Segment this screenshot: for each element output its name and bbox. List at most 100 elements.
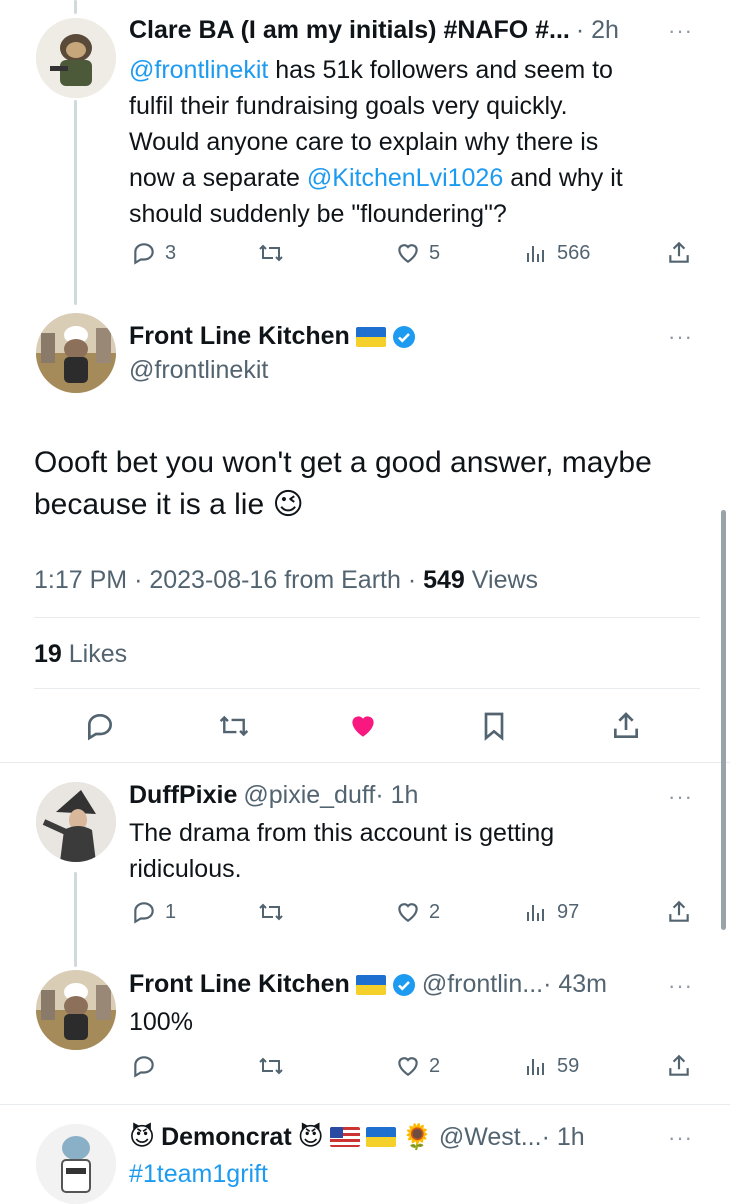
heart-filled-icon bbox=[352, 716, 374, 737]
reply-button[interactable]: 1 bbox=[131, 899, 176, 925]
tweet-author-line: Front Line Kitchen bbox=[129, 322, 416, 351]
retweet-icon bbox=[259, 244, 283, 262]
scrollbar[interactable] bbox=[721, 510, 726, 930]
heart-icon bbox=[398, 244, 418, 263]
share-icon bbox=[614, 712, 638, 738]
tweet-date[interactable]: 2023-08-16 bbox=[149, 566, 277, 594]
reply-button[interactable]: 3 bbox=[131, 240, 176, 266]
verified-badge-icon bbox=[392, 325, 415, 348]
share-icon bbox=[669, 900, 689, 922]
heart-icon bbox=[398, 903, 418, 922]
body-text: The drama from this account is getting bbox=[129, 819, 555, 847]
body-text: ridiculous. bbox=[129, 855, 242, 883]
like-button[interactable]: 5 bbox=[395, 240, 440, 266]
author-handle[interactable]: @frontlinekit bbox=[129, 356, 268, 385]
author-name[interactable]: Demoncrat bbox=[161, 1123, 292, 1152]
reply-button[interactable] bbox=[131, 1053, 157, 1079]
thread-line-top bbox=[74, 0, 77, 14]
tweet-body: 100% bbox=[129, 1008, 193, 1036]
share-button[interactable] bbox=[610, 710, 642, 742]
more-icon[interactable]: ··· bbox=[668, 973, 693, 999]
avatar[interactable] bbox=[36, 18, 116, 98]
views-button[interactable]: 566 bbox=[525, 240, 590, 266]
divider bbox=[34, 688, 700, 689]
tweet-time[interactable]: · 1h bbox=[542, 1123, 585, 1152]
reply-count: 3 bbox=[165, 241, 177, 264]
more-icon[interactable]: ··· bbox=[668, 324, 693, 350]
hashtag-link[interactable]: #1team1grift bbox=[129, 1156, 268, 1192]
tweet-time[interactable]: 1:17 PM bbox=[34, 566, 127, 594]
likes-summary[interactable]: 19 Likes bbox=[34, 640, 127, 669]
tweet-body: Oooft bet you won't get a good answer, m… bbox=[34, 442, 652, 526]
more-icon[interactable]: ··· bbox=[668, 1125, 693, 1151]
views-button[interactable]: 97 bbox=[525, 899, 579, 925]
mention-link[interactable]: @frontlinekit bbox=[129, 56, 268, 84]
divider bbox=[34, 617, 700, 618]
sunflower-emoji: 🌻 bbox=[401, 1122, 433, 1151]
thread-line-2 bbox=[74, 872, 77, 967]
ukraine-flag-icon bbox=[355, 326, 386, 347]
retweet-button[interactable] bbox=[257, 1053, 285, 1079]
author-name[interactable]: Front Line Kitchen bbox=[129, 970, 350, 999]
bookmark-icon bbox=[484, 712, 504, 741]
reply-icon bbox=[134, 902, 154, 924]
reply-icon bbox=[88, 713, 113, 741]
tweet-time[interactable]: · 2h bbox=[576, 16, 619, 45]
share-icon bbox=[669, 241, 689, 263]
like-button[interactable]: 2 bbox=[395, 1053, 440, 1079]
reply-count: 1 bbox=[165, 900, 177, 923]
body-text: has 51k followers and seem to bbox=[268, 56, 613, 84]
author-handle[interactable]: @West... bbox=[439, 1123, 542, 1152]
reply-icon bbox=[134, 243, 154, 265]
author-name[interactable]: Front Line Kitchen bbox=[129, 322, 350, 351]
bookmark-button[interactable] bbox=[480, 710, 508, 742]
avatar[interactable] bbox=[36, 782, 116, 862]
tweet-meta: 1:17 PM · 2023-08-16 from Earth · 549 Vi… bbox=[34, 566, 539, 594]
avatar[interactable] bbox=[36, 970, 116, 1050]
avatar[interactable] bbox=[36, 1124, 116, 1204]
retweet-button[interactable] bbox=[257, 899, 285, 925]
retweet-button[interactable] bbox=[257, 240, 285, 266]
retweet-icon bbox=[219, 715, 249, 737]
reply-button[interactable] bbox=[84, 710, 116, 742]
devil-emoji: 😈 bbox=[297, 1123, 324, 1151]
author-handle[interactable]: @pixie_duff bbox=[243, 781, 375, 810]
tweet-author-line: Front Line Kitchen @frontlin... · 43m bbox=[129, 970, 607, 999]
more-icon[interactable]: ··· bbox=[668, 784, 693, 810]
body-text: now a separate bbox=[129, 164, 307, 192]
us-flag-icon bbox=[329, 1127, 360, 1147]
body-text: because it is a lie bbox=[34, 488, 265, 521]
thread-line-1 bbox=[74, 100, 77, 305]
share-button[interactable] bbox=[666, 240, 692, 266]
author-name[interactable]: DuffPixie bbox=[129, 781, 237, 810]
author-name[interactable]: Clare BA (I am my initials) #NAFO #... bbox=[129, 16, 570, 45]
wink-emoji: 😉 bbox=[272, 488, 304, 521]
share-button[interactable] bbox=[666, 899, 692, 925]
mention-link[interactable]: @KitchenLvi1026 bbox=[307, 164, 503, 192]
tweet-author-line: Clare BA (I am my initials) #NAFO #... ·… bbox=[129, 16, 619, 45]
heart-icon bbox=[398, 1057, 418, 1076]
views-icon bbox=[527, 905, 544, 921]
views-count: 566 bbox=[557, 241, 591, 264]
like-count: 2 bbox=[429, 1054, 441, 1077]
views-count: 549 bbox=[423, 566, 465, 594]
share-button[interactable] bbox=[666, 1053, 692, 1079]
body-text: and why it bbox=[503, 164, 623, 192]
views-icon bbox=[527, 1059, 544, 1075]
more-icon[interactable]: ··· bbox=[668, 18, 693, 44]
retweet-icon bbox=[259, 903, 283, 921]
tweet-time[interactable]: · 43m bbox=[543, 970, 607, 999]
views-count: 59 bbox=[557, 1054, 580, 1077]
tweet-author-line: DuffPixie @pixie_duff · 1h bbox=[129, 781, 418, 810]
avatar[interactable] bbox=[36, 313, 116, 393]
verified-badge-icon bbox=[392, 973, 415, 996]
divider bbox=[0, 1104, 730, 1105]
tweet-time[interactable]: · 1h bbox=[375, 781, 418, 810]
like-button[interactable]: 2 bbox=[395, 899, 440, 925]
like-button[interactable] bbox=[346, 710, 380, 742]
tweet-body: @frontlinekit has 51k followers and seem… bbox=[129, 52, 709, 232]
views-button[interactable]: 59 bbox=[525, 1053, 579, 1079]
views-label: Views bbox=[471, 566, 539, 594]
retweet-button[interactable] bbox=[217, 710, 251, 742]
author-handle[interactable]: @frontlin... bbox=[422, 970, 543, 999]
